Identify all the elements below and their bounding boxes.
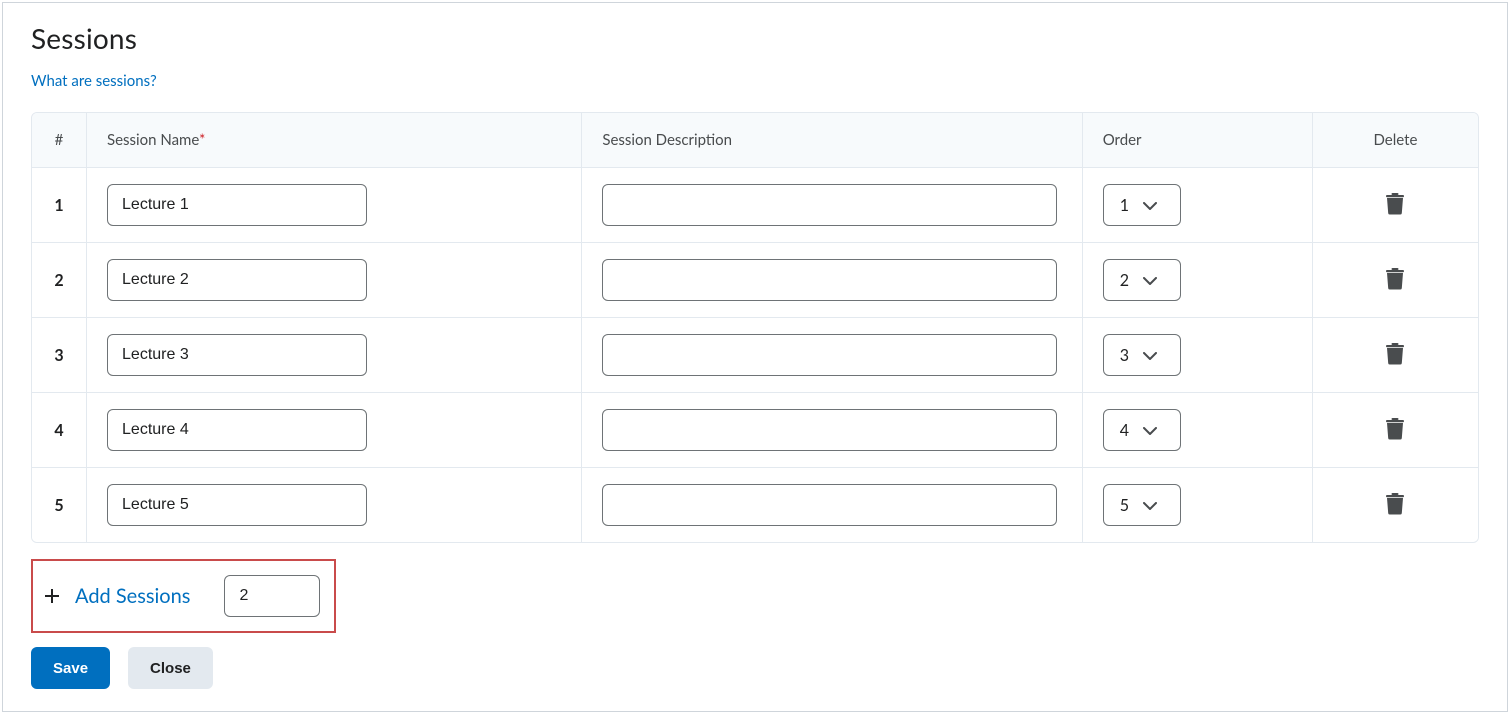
chevron-down-icon: [1143, 496, 1157, 515]
close-button[interactable]: Close: [128, 647, 213, 689]
order-select[interactable]: 5: [1103, 484, 1181, 526]
table-row: 44: [32, 393, 1478, 468]
trash-icon: [1385, 343, 1405, 368]
chevron-down-icon: [1143, 196, 1157, 215]
session-name-input[interactable]: [107, 334, 367, 376]
trash-icon: [1385, 268, 1405, 293]
session-description-cell: [582, 318, 1082, 393]
session-description-cell: [582, 393, 1082, 468]
order-select[interactable]: 3: [1103, 334, 1181, 376]
column-header-number: #: [32, 113, 87, 168]
row-number: 2: [32, 243, 87, 318]
session-name-input[interactable]: [107, 484, 367, 526]
table-row: 11: [32, 168, 1478, 243]
order-cell: 4: [1083, 393, 1313, 468]
order-select[interactable]: 4: [1103, 409, 1181, 451]
required-mark: *: [199, 131, 205, 149]
sessions-panel: Sessions What are sessions? # Session Na…: [2, 2, 1508, 712]
session-description-input[interactable]: [602, 484, 1057, 526]
session-description-input[interactable]: [602, 259, 1057, 301]
plus-icon: [45, 589, 59, 603]
row-number: 5: [32, 468, 87, 542]
page-title: Sessions: [31, 21, 1479, 55]
row-number: 4: [32, 393, 87, 468]
order-select[interactable]: 1: [1103, 184, 1181, 226]
delete-cell: [1313, 168, 1478, 243]
table-row: 55: [32, 468, 1478, 542]
save-button[interactable]: Save: [31, 647, 110, 689]
order-value: 3: [1120, 346, 1129, 365]
delete-cell: [1313, 393, 1478, 468]
delete-button[interactable]: [1381, 339, 1409, 372]
session-name-input[interactable]: [107, 184, 367, 226]
column-header-session-description: Session Description: [582, 113, 1082, 168]
table-row: 33: [32, 318, 1478, 393]
session-description-cell: [582, 468, 1082, 542]
delete-cell: [1313, 243, 1478, 318]
order-value: 5: [1120, 496, 1129, 515]
column-header-session-name: Session Name*: [87, 113, 582, 168]
order-value: 4: [1120, 421, 1129, 440]
session-name-cell: [87, 243, 582, 318]
session-description-input[interactable]: [602, 409, 1057, 451]
delete-cell: [1313, 468, 1478, 542]
column-header-session-name-text: Session Name: [107, 131, 199, 149]
row-number: 3: [32, 318, 87, 393]
delete-button[interactable]: [1381, 489, 1409, 522]
session-name-input[interactable]: [107, 409, 367, 451]
order-cell: 1: [1083, 168, 1313, 243]
delete-button[interactable]: [1381, 264, 1409, 297]
order-cell: 3: [1083, 318, 1313, 393]
delete-button[interactable]: [1381, 189, 1409, 222]
add-sessions-region: Add Sessions: [31, 559, 336, 633]
order-value: 1: [1120, 196, 1129, 215]
order-cell: 2: [1083, 243, 1313, 318]
trash-icon: [1385, 418, 1405, 443]
add-sessions-link[interactable]: Add Sessions: [75, 584, 190, 608]
order-value: 2: [1120, 271, 1129, 290]
session-description-input[interactable]: [602, 334, 1057, 376]
trash-icon: [1385, 493, 1405, 518]
session-description-cell: [582, 243, 1082, 318]
row-number: 1: [32, 168, 87, 243]
column-header-delete: Delete: [1313, 113, 1478, 168]
add-sessions-count-input[interactable]: [224, 575, 320, 617]
session-name-cell: [87, 318, 582, 393]
trash-icon: [1385, 193, 1405, 218]
table-row: 22: [32, 243, 1478, 318]
column-header-order: Order: [1083, 113, 1313, 168]
session-description-input[interactable]: [602, 184, 1057, 226]
chevron-down-icon: [1143, 346, 1157, 365]
session-name-cell: [87, 468, 582, 542]
session-name-cell: [87, 393, 582, 468]
session-name-cell: [87, 168, 582, 243]
button-row: Save Close: [31, 647, 1479, 689]
order-cell: 5: [1083, 468, 1313, 542]
what-are-sessions-link[interactable]: What are sessions?: [31, 72, 157, 90]
delete-button[interactable]: [1381, 414, 1409, 447]
session-description-cell: [582, 168, 1082, 243]
session-name-input[interactable]: [107, 259, 367, 301]
order-select[interactable]: 2: [1103, 259, 1181, 301]
sessions-table: # Session Name* Session Description Orde…: [31, 112, 1479, 543]
delete-cell: [1313, 318, 1478, 393]
chevron-down-icon: [1143, 421, 1157, 440]
chevron-down-icon: [1143, 271, 1157, 290]
